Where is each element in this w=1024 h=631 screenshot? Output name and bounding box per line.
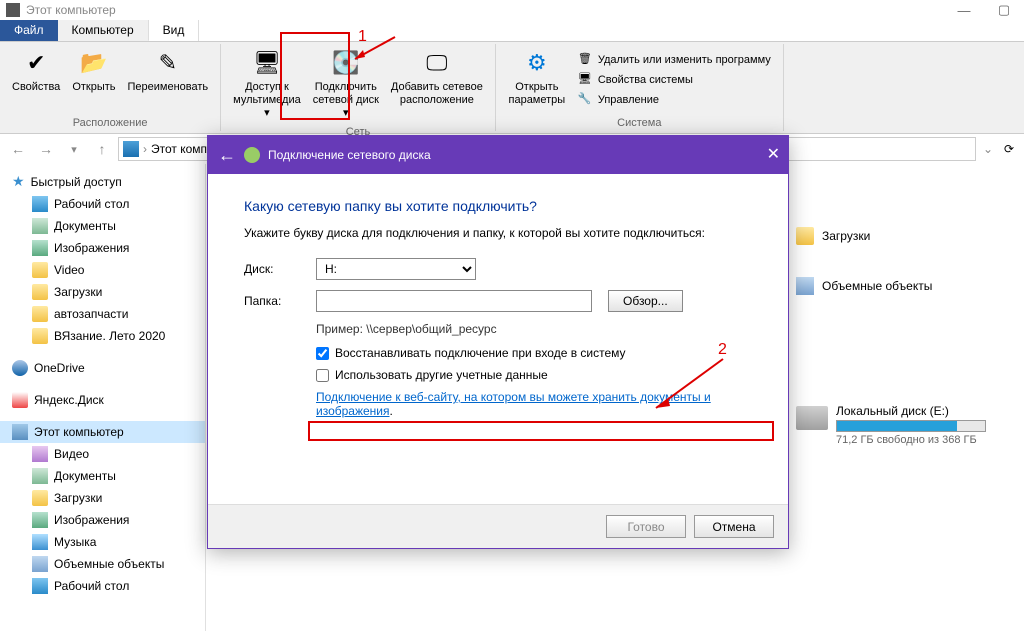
close-button[interactable]: ✕ xyxy=(767,144,780,164)
folder-icon xyxy=(32,306,48,322)
sidebar-onedrive[interactable]: OneDrive xyxy=(0,357,205,379)
content-downloads[interactable]: Загрузки xyxy=(796,224,870,248)
minimize-button[interactable]: — xyxy=(944,0,984,20)
connect-website-link-wrap: Подключение к веб-сайту, на котором вы м… xyxy=(316,390,752,418)
refresh-button[interactable]: ⟳ xyxy=(1000,138,1018,160)
sidebar: ★Быстрый доступ Рабочий стол Документы И… xyxy=(0,164,206,631)
browse-button[interactable]: Обзор... xyxy=(608,290,683,312)
drive-usage-bar xyxy=(836,420,986,432)
tab-view[interactable]: Вид xyxy=(149,20,200,41)
finish-button[interactable]: Готово xyxy=(606,515,686,538)
sidebar-documents[interactable]: Документы xyxy=(0,215,205,237)
folder-combo[interactable] xyxy=(316,290,592,312)
ribbon: ✔Свойства 📂Открыть ✎Переименовать Распол… xyxy=(0,42,1024,134)
network-drive-icon xyxy=(244,147,260,163)
dialog-title: Подключение сетевого диска xyxy=(268,148,431,162)
drive-letter-label: Диск: xyxy=(244,262,310,276)
computer-icon xyxy=(12,424,28,440)
cancel-button[interactable]: Отмена xyxy=(694,515,774,538)
chevron-right-icon: › xyxy=(143,142,147,156)
content-local-disk-e[interactable]: Локальный диск (E:) 71,2 ГБ свободно из … xyxy=(796,404,986,446)
sidebar-pc-images[interactable]: Изображения xyxy=(0,509,205,531)
folder-icon xyxy=(32,284,48,300)
sidebar-downloads[interactable]: Загрузки xyxy=(0,281,205,303)
sidebar-yandex-disk[interactable]: Яндекс.Диск xyxy=(0,389,205,411)
ribbon-system-properties[interactable]: 🖥Свойства системы xyxy=(578,70,771,90)
document-icon xyxy=(32,468,48,484)
drive-label: Локальный диск (E:) xyxy=(836,404,986,418)
sidebar-images[interactable]: Изображения xyxy=(0,237,205,259)
drive-icon xyxy=(796,406,828,430)
sidebar-desktop[interactable]: Рабочий стол xyxy=(0,193,205,215)
ribbon-uninstall-program[interactable]: 🗑Удалить или изменить программу xyxy=(578,50,771,70)
sidebar-quick-access[interactable]: ★Быстрый доступ xyxy=(0,170,205,193)
image-icon xyxy=(32,240,48,256)
folder-icon xyxy=(32,262,48,278)
ribbon-properties[interactable]: ✔Свойства xyxy=(6,44,66,115)
ribbon-map-network-drive[interactable]: 💽Подключить сетевой диск▾ xyxy=(307,44,385,124)
ribbon-manage[interactable]: 🔧Управление xyxy=(578,90,771,110)
folder-icon xyxy=(32,490,48,506)
sidebar-video[interactable]: Video xyxy=(0,259,205,281)
sidebar-knitting[interactable]: ВЯзание. Лето 2020 xyxy=(0,325,205,347)
sidebar-pc-downloads[interactable]: Загрузки xyxy=(0,487,205,509)
different-credentials-checkbox[interactable]: Использовать другие учетные данные xyxy=(316,368,752,382)
sidebar-pc-video[interactable]: Видео xyxy=(0,443,205,465)
sidebar-pc-music[interactable]: Музыка xyxy=(0,531,205,553)
video-icon xyxy=(32,446,48,462)
nav-up[interactable]: ↑ xyxy=(90,137,114,161)
breadcrumb-computer-icon xyxy=(123,141,139,157)
ribbon-group-system: Система xyxy=(502,115,777,131)
nav-back[interactable]: ← xyxy=(6,137,30,161)
objects-icon xyxy=(796,277,814,295)
ribbon-group-location: Расположение xyxy=(6,115,214,131)
image-icon xyxy=(32,512,48,528)
reconnect-checkbox[interactable]: Восстанавливать подключение при входе в … xyxy=(316,346,752,360)
maximize-button[interactable]: ▢ xyxy=(984,0,1024,20)
nav-forward[interactable]: → xyxy=(34,137,58,161)
sidebar-pc-documents[interactable]: Документы xyxy=(0,465,205,487)
sidebar-pc-desktop[interactable]: Рабочий стол xyxy=(0,575,205,597)
folder-icon xyxy=(32,328,48,344)
sidebar-pc-objects[interactable]: Объемные объекты xyxy=(0,553,205,575)
sidebar-this-pc[interactable]: Этот компьютер xyxy=(0,421,205,443)
dialog-description: Укажите букву диска для подключения и па… xyxy=(244,226,752,240)
star-icon: ★ xyxy=(12,173,25,190)
window-title: Этот компьютер xyxy=(26,3,116,17)
connect-website-link[interactable]: Подключение к веб-сайту, на котором вы м… xyxy=(316,390,711,418)
ribbon-rename[interactable]: ✎Переименовать xyxy=(122,44,215,115)
drive-free-text: 71,2 ГБ свободно из 368 ГБ xyxy=(836,434,986,446)
nav-dropdown[interactable]: ⌄ xyxy=(980,142,996,156)
music-icon xyxy=(32,534,48,550)
folder-icon xyxy=(796,227,814,245)
tab-computer[interactable]: Компьютер xyxy=(58,20,149,41)
ribbon-media-access[interactable]: 🖥Доступ к мультимедиа▾ xyxy=(227,44,307,124)
onedrive-icon xyxy=(12,360,28,376)
yandex-disk-icon xyxy=(12,392,28,408)
annotation-highlight-2 xyxy=(308,421,774,441)
desktop-icon xyxy=(32,196,48,212)
drive-letter-select[interactable]: H: xyxy=(316,258,476,280)
computer-icon xyxy=(6,3,20,17)
dialog-titlebar: ← Подключение сетевого диска ✕ xyxy=(208,136,788,174)
ribbon-add-network-location[interactable]: 🖵Добавить сетевое расположение xyxy=(385,44,489,124)
ribbon-open-settings[interactable]: ⚙Открыть параметры xyxy=(502,44,572,115)
ribbon-tabs: Файл Компьютер Вид xyxy=(0,20,1024,42)
ribbon-open[interactable]: 📂Открыть xyxy=(66,44,121,115)
content-3d-objects[interactable]: Объемные объекты xyxy=(796,274,932,298)
dialog-heading: Какую сетевую папку вы хотите подключить… xyxy=(244,198,752,214)
desktop-icon xyxy=(32,578,48,594)
objects-icon xyxy=(32,556,48,572)
map-network-drive-dialog: ← Подключение сетевого диска ✕ Какую сет… xyxy=(207,135,789,549)
window-titlebar: Этот компьютер — ▢ xyxy=(0,0,1024,20)
tab-file[interactable]: Файл xyxy=(0,20,58,41)
document-icon xyxy=(32,218,48,234)
back-icon[interactable]: ← xyxy=(218,145,236,166)
folder-label: Папка: xyxy=(244,294,310,308)
example-text: Пример: \\сервер\общий_ресурс xyxy=(316,322,752,336)
nav-history[interactable]: ▾ xyxy=(62,137,86,161)
sidebar-autoparts[interactable]: автозапчасти xyxy=(0,303,205,325)
